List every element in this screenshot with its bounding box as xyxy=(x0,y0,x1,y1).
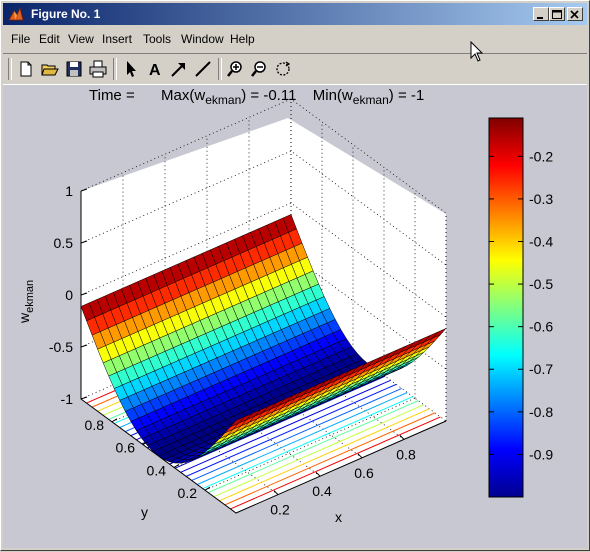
y-tick-label: 0.2 xyxy=(178,485,198,501)
z-tick-label: 0 xyxy=(65,287,73,303)
z-tick-label: -1 xyxy=(61,391,74,407)
colorbar-tick-label: -0.5 xyxy=(529,276,553,292)
surface-plot[interactable]: 1 0.5 0 -0.5 -1 0.8 0.6 0.4 0.2 0.2 0.4 0.6 0.8 we… xyxy=(1,1,590,552)
colorbar xyxy=(488,117,524,498)
mouse-cursor-icon xyxy=(470,41,484,62)
x-axis-label: x xyxy=(335,509,342,525)
colorbar-tick-label: -0.2 xyxy=(529,148,553,164)
y-axis-label: y xyxy=(141,504,148,520)
x-tick-label: 0.8 xyxy=(396,446,416,462)
z-tick-label: 0.5 xyxy=(54,235,74,251)
x-tick-label: 0.2 xyxy=(270,502,290,518)
colorbar-tick-label: -0.7 xyxy=(529,361,553,377)
y-tick-label: 0.4 xyxy=(147,462,167,478)
z-axis-label: wekman xyxy=(16,280,36,324)
colorbar-tick-label: -0.8 xyxy=(529,404,553,420)
colorbar-tick-label: -0.3 xyxy=(529,191,553,207)
z-tick-label: -0.5 xyxy=(49,339,73,355)
y-tick-label: 0.8 xyxy=(85,417,105,433)
colorbar-tick-label: -0.9 xyxy=(529,446,553,462)
x-tick-label: 0.4 xyxy=(312,483,332,499)
figure-window: Figure No. 1 File Edit View Insert Tools… xyxy=(0,0,590,551)
x-tick-label: 0.6 xyxy=(354,465,374,481)
colorbar-tick-label: -0.6 xyxy=(529,319,553,335)
colorbar-tick-label: -0.4 xyxy=(529,233,553,249)
z-tick-label: 1 xyxy=(65,183,73,199)
y-tick-label: 0.6 xyxy=(116,440,136,456)
